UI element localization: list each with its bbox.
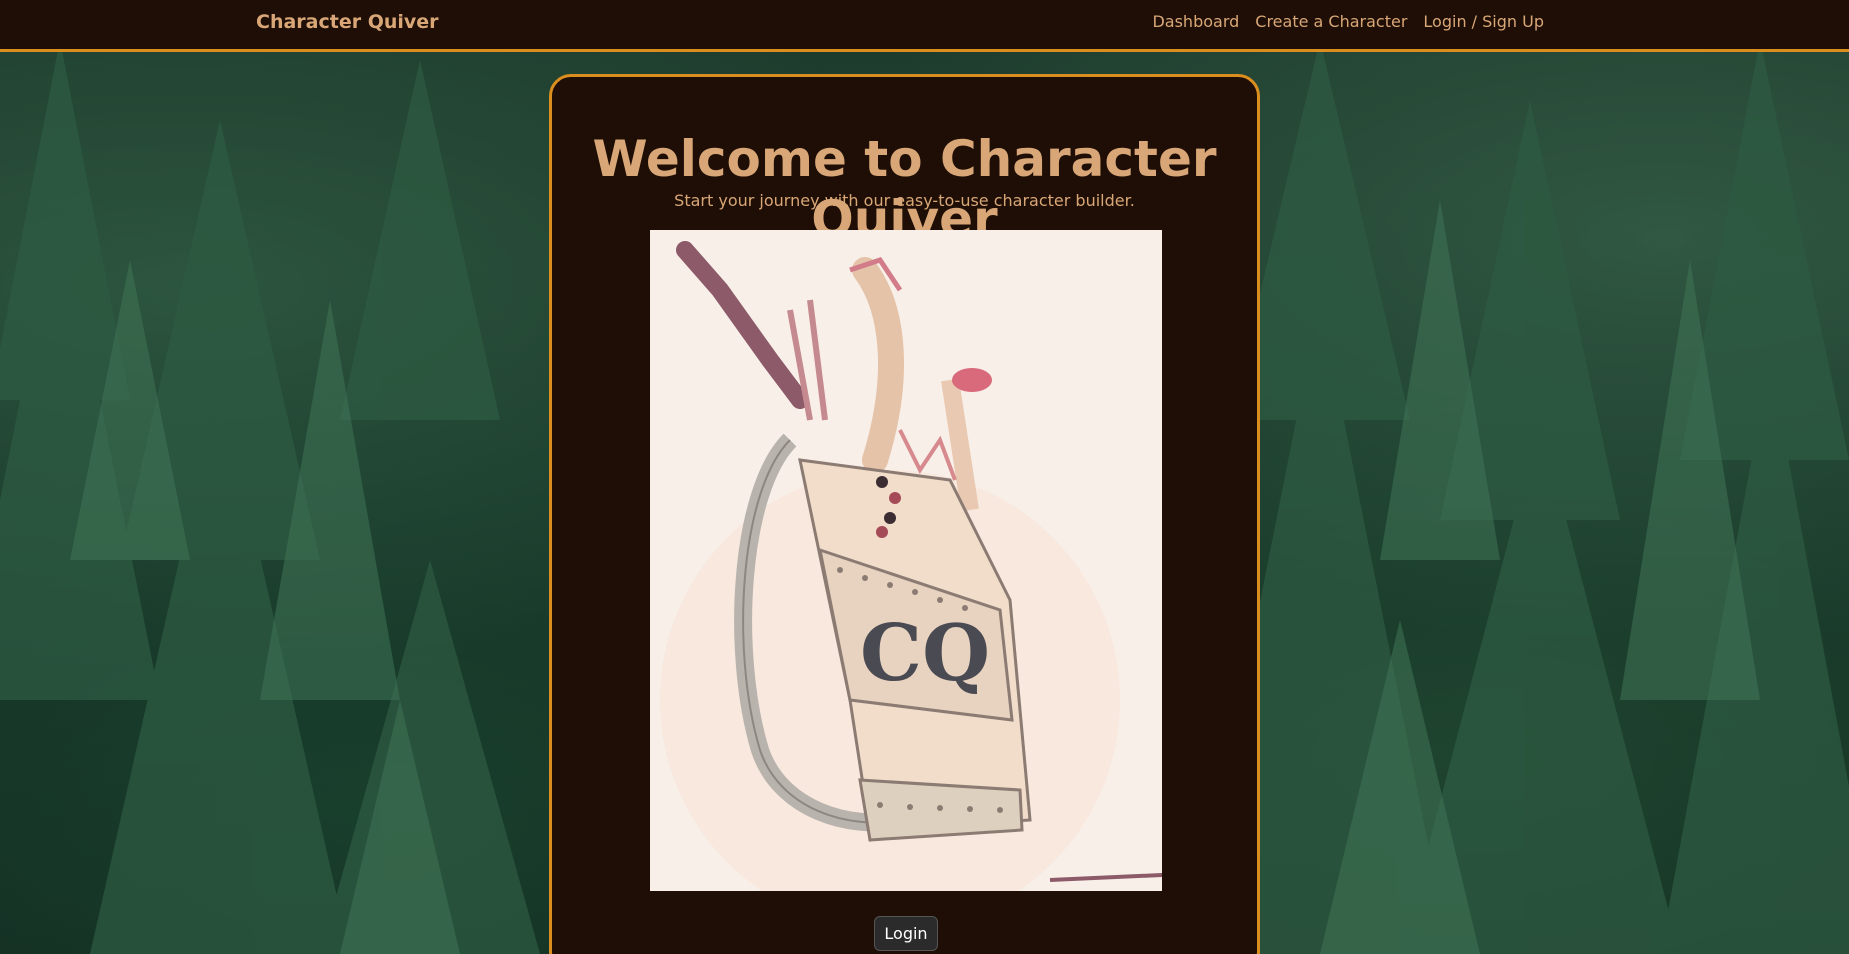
svg-text:CQ: CQ xyxy=(860,608,990,699)
welcome-card: Welcome to Character Quiver Start your j… xyxy=(549,74,1260,954)
brand-link[interactable]: Character Quiver xyxy=(256,10,439,34)
nav-links: Dashboard Create a Character Login / Sig… xyxy=(1152,11,1544,33)
nav-link-create-character[interactable]: Create a Character xyxy=(1255,11,1407,33)
page-subtitle: Start your journey with our easy-to-use … xyxy=(674,191,1135,210)
top-navbar: Character Quiver Dashboard Create a Char… xyxy=(0,0,1849,52)
nav-link-login-signup[interactable]: Login / Sign Up xyxy=(1423,11,1544,33)
quiver-icon: CQ xyxy=(650,230,1162,891)
quiver-illustration: CQ xyxy=(650,230,1162,891)
nav-link-dashboard[interactable]: Dashboard xyxy=(1152,11,1239,33)
login-button[interactable]: Login xyxy=(874,916,938,951)
